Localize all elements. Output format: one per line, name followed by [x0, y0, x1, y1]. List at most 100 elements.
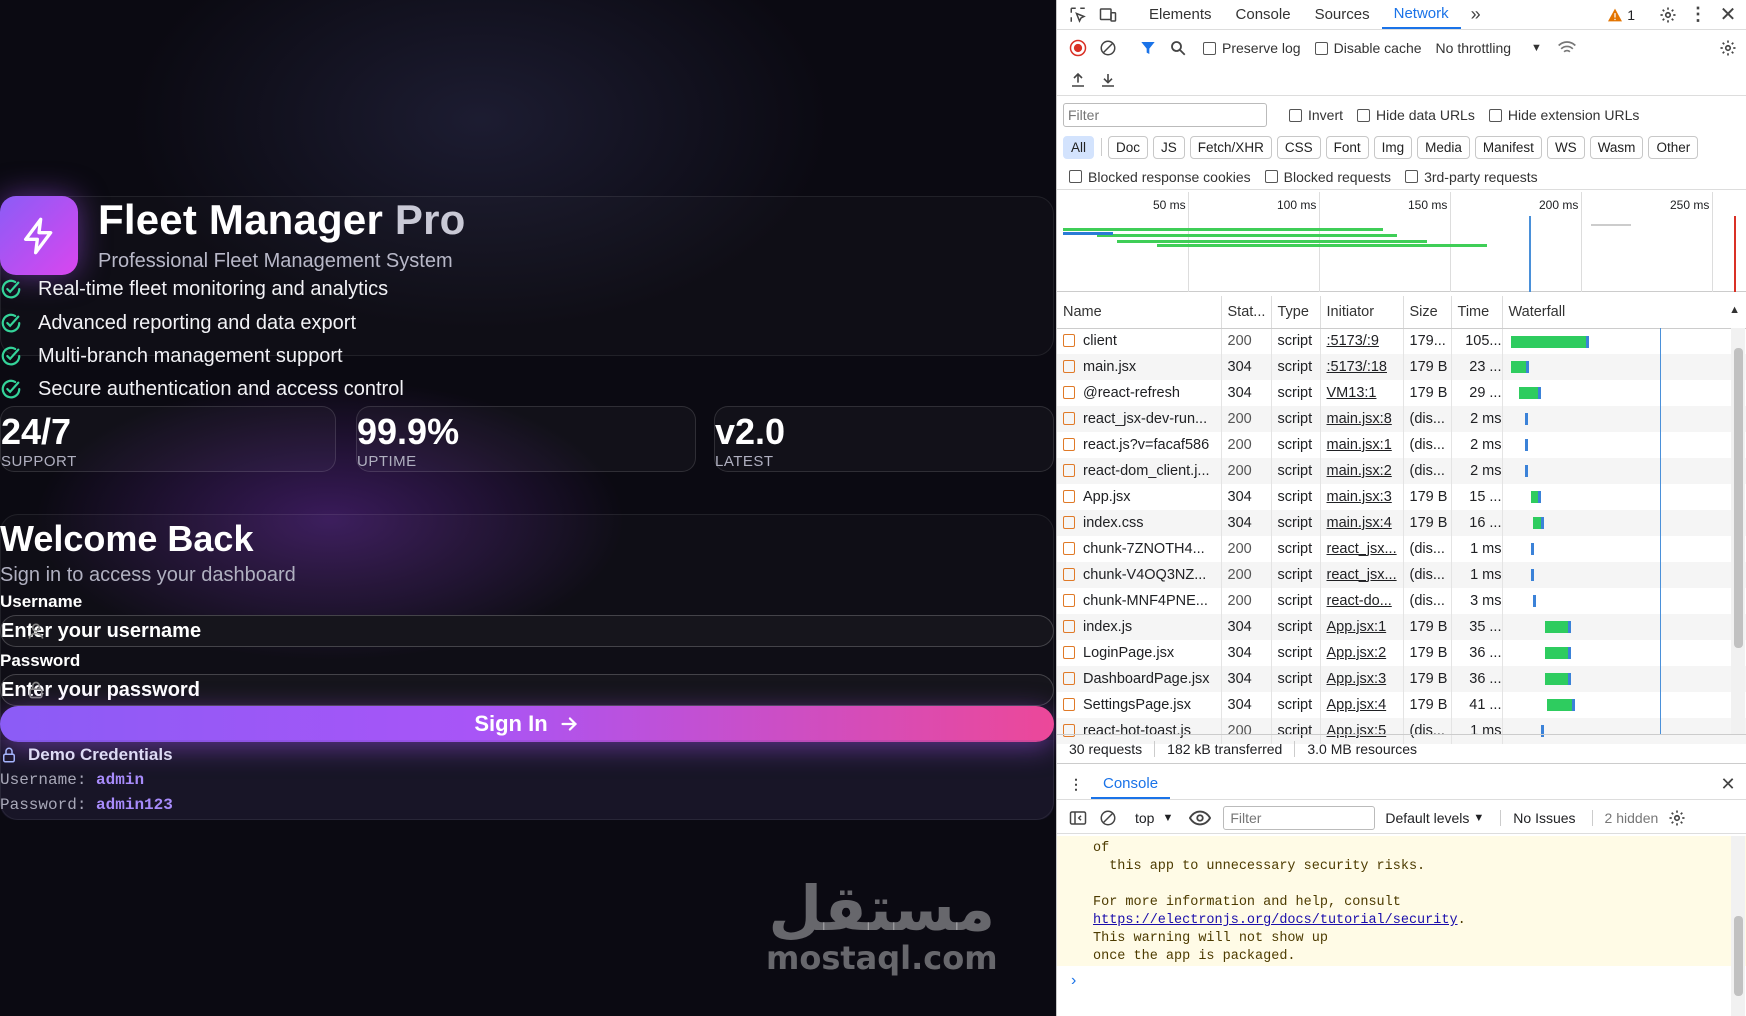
chip-fetch-xhr[interactable]: Fetch/XHR — [1189, 135, 1272, 159]
table-row[interactable]: LoginPage.jsx 304 script App.jsx:2 179 B 36 .… — [1057, 640, 1746, 666]
blocked-cookies-checkbox[interactable]: Blocked response cookies — [1069, 169, 1251, 185]
sign-in-button[interactable]: Sign In — [0, 706, 1054, 742]
preserve-log-checkbox[interactable]: Preserve log — [1203, 40, 1301, 56]
console-settings-gear-icon[interactable] — [1662, 805, 1692, 831]
table-row[interactable]: SettingsPage.jsx 304 script App.jsx:4 179 B4… — [1057, 692, 1746, 718]
cell-initiator[interactable]: main.jsx:8 — [1320, 406, 1404, 432]
network-filter-input[interactable] — [1063, 103, 1267, 127]
col-initiator[interactable]: Initiator — [1320, 296, 1404, 329]
log-levels-select[interactable]: Default levels ▼ — [1385, 810, 1484, 826]
hide-extension-urls-checkbox[interactable]: Hide extension URLs — [1488, 107, 1639, 123]
tab-console[interactable]: Console — [1224, 6, 1303, 23]
chip-js[interactable]: JS — [1153, 135, 1185, 159]
chip-media[interactable]: Media — [1417, 135, 1470, 159]
cell-initiator[interactable]: App.jsx:1 — [1320, 614, 1404, 640]
chip-all[interactable]: All — [1063, 135, 1095, 159]
cell-initiator[interactable]: main.jsx:3 — [1320, 484, 1404, 510]
waterfall-bar — [1524, 413, 1528, 425]
third-party-checkbox[interactable]: 3rd-party requests — [1405, 169, 1538, 185]
inspect-icon[interactable] — [1063, 2, 1093, 28]
col-waterfall[interactable]: Waterfall ▲ — [1502, 296, 1746, 329]
table-row[interactable]: main.jsx 304 script:5173/:18 179 B 23 ... — [1057, 354, 1746, 380]
cell-initiator[interactable]: :5173/:18 — [1320, 354, 1404, 380]
chip-wasm[interactable]: Wasm — [1589, 135, 1644, 159]
timeline-overview[interactable]: 50 ms 100 ms 150 ms 200 ms 250 ms — [1057, 192, 1746, 292]
network-settings-gear-icon[interactable] — [1713, 35, 1743, 61]
warnings-badge[interactable]: 1 — [1607, 7, 1635, 23]
drawer-menu-icon[interactable]: ⋮ — [1061, 772, 1091, 798]
electron-security-link[interactable]: https://electronjs.org/docs/tutorial/sec… — [1093, 913, 1458, 928]
chip-manifest[interactable]: Manifest — [1474, 135, 1542, 159]
username-input[interactable] — [0, 615, 1054, 647]
upload-icon[interactable] — [1063, 67, 1093, 93]
cell-initiator[interactable]: react_jsx... — [1320, 536, 1404, 562]
disable-cache-checkbox[interactable]: Disable cache — [1314, 40, 1422, 56]
network-conditions-icon[interactable] — [1552, 35, 1582, 61]
cell-initiator[interactable]: :5173/:9 — [1320, 328, 1404, 354]
col-name[interactable]: Name — [1057, 296, 1222, 329]
chip-img[interactable]: Img — [1373, 135, 1413, 159]
table-row[interactable]: @react-refresh 304 script VM13:1 179 B 29 ... — [1057, 380, 1746, 406]
console-scrollbar[interactable] — [1731, 836, 1745, 1016]
issues-count[interactable]: No Issues — [1500, 809, 1576, 826]
kebab-menu-icon[interactable]: ⋮ — [1683, 2, 1713, 28]
download-icon[interactable] — [1093, 67, 1123, 93]
tab-elements[interactable]: Elements — [1137, 6, 1224, 23]
record-icon[interactable] — [1063, 35, 1093, 61]
cell-initiator[interactable]: react_jsx... — [1320, 562, 1404, 588]
table-row[interactable]: client 200 script:5173/:9 179... 105... — [1057, 328, 1746, 354]
settings-gear-icon[interactable] — [1653, 2, 1683, 28]
table-row[interactable]: chunk-MNF4PNE... 200 script react-do... (dis… — [1057, 588, 1746, 614]
password-input[interactable] — [0, 674, 1054, 706]
filter-icon[interactable] — [1133, 35, 1163, 61]
invert-checkbox[interactable]: Invert — [1289, 107, 1343, 123]
cell-initiator[interactable]: main.jsx:4 — [1320, 510, 1404, 536]
table-scrollbar[interactable] — [1731, 328, 1745, 734]
tab-network[interactable]: Network — [1381, 1, 1461, 29]
chip-doc[interactable]: Doc — [1108, 135, 1149, 159]
cell-initiator[interactable]: react-do... — [1320, 588, 1404, 614]
close-drawer-icon[interactable]: ✕ — [1713, 772, 1743, 798]
blocked-requests-checkbox[interactable]: Blocked requests — [1264, 169, 1391, 185]
table-row[interactable]: react_jsx-dev-run... 200 script main.jsx:8(… — [1057, 406, 1746, 432]
sidebar-toggle-icon[interactable] — [1063, 805, 1093, 831]
context-select[interactable]: top ▼ — [1135, 810, 1173, 826]
cell-initiator[interactable]: main.jsx:2 — [1320, 458, 1404, 484]
table-row[interactable]: index.css 304 script main.jsx:4 179 B 16 ... — [1057, 510, 1746, 536]
cell-initiator[interactable]: App.jsx:3 — [1320, 666, 1404, 692]
device-toggle-icon[interactable] — [1093, 2, 1123, 28]
table-scrollbar-thumb[interactable] — [1734, 348, 1743, 648]
col-size[interactable]: Size — [1403, 296, 1452, 329]
drawer-tab-console[interactable]: Console — [1091, 771, 1171, 799]
live-expression-eye-icon[interactable] — [1185, 805, 1215, 831]
cell-initiator[interactable]: main.jsx:1 — [1320, 432, 1404, 458]
table-row[interactable]: react.js?v=facaf586 200 script main.jsx:1 (d… — [1057, 432, 1746, 458]
table-row[interactable]: chunk-7ZNOTH4... 200 script react_jsx... (di… — [1057, 536, 1746, 562]
clear-icon[interactable] — [1093, 35, 1123, 61]
cell-initiator[interactable]: App.jsx:4 — [1320, 692, 1404, 718]
more-tabs-icon[interactable]: » — [1461, 2, 1491, 28]
search-icon[interactable] — [1163, 35, 1193, 61]
chip-font[interactable]: Font — [1325, 135, 1369, 159]
cell-initiator[interactable]: VM13:1 — [1320, 380, 1404, 406]
table-row[interactable]: index.js 304 script App.jsx:1 179 B 35 ... — [1057, 614, 1746, 640]
close-devtools-icon[interactable]: ✕ — [1713, 2, 1743, 28]
hide-data-urls-checkbox[interactable]: Hide data URLs — [1357, 107, 1475, 123]
chip-other[interactable]: Other — [1648, 135, 1699, 159]
tab-sources[interactable]: Sources — [1303, 6, 1382, 23]
console-prompt-chevron-icon[interactable]: › — [1071, 972, 1076, 990]
throttling-select[interactable]: No throttling ▼ — [1436, 40, 1542, 56]
table-row[interactable]: chunk-V4OQ3NZ... 200 script react_jsx... (di… — [1057, 562, 1746, 588]
console-scrollbar-thumb[interactable] — [1734, 916, 1743, 996]
chip-ws[interactable]: WS — [1546, 135, 1585, 159]
col-status[interactable]: Stat... — [1221, 296, 1272, 329]
chip-css[interactable]: CSS — [1276, 135, 1321, 159]
console-clear-icon[interactable] — [1093, 805, 1123, 831]
table-row[interactable]: App.jsx 304 script main.jsx:3 179 B 15 ... — [1057, 484, 1746, 510]
table-row[interactable]: DashboardPage.jsx 304 script App.jsx:3 179 B… — [1057, 666, 1746, 692]
col-time[interactable]: Time — [1451, 296, 1503, 329]
col-type[interactable]: Type — [1271, 296, 1321, 329]
table-row[interactable]: react-dom_client.j... 200 script main.jsx:2… — [1057, 458, 1746, 484]
cell-initiator[interactable]: App.jsx:2 — [1320, 640, 1404, 666]
console-filter-input[interactable] — [1223, 805, 1376, 830]
